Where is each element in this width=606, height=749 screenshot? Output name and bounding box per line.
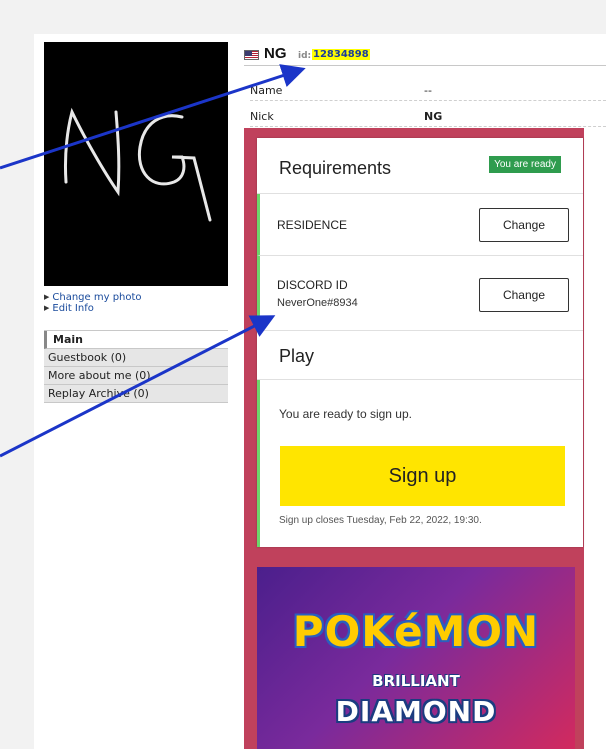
- info-key: Name: [250, 84, 283, 97]
- play-title: Play: [279, 346, 315, 366]
- discord-id-value: NeverOne#8934: [277, 297, 358, 309]
- nav-item-replay-archive[interactable]: Replay Archive (0): [44, 385, 228, 403]
- requirements-header: Requirements You are ready: [257, 138, 583, 194]
- info-row-name: Name --: [250, 80, 606, 101]
- change-photo-label: Change my photo: [52, 292, 142, 303]
- info-value: NG: [424, 110, 443, 123]
- edit-info-label: Edit Info: [52, 303, 94, 314]
- nav-item-guestbook[interactable]: Guestbook (0): [44, 349, 228, 367]
- nav-item-more-about-me[interactable]: More about me (0): [44, 367, 228, 385]
- change-residence-button[interactable]: Change: [479, 208, 569, 242]
- edit-info-link[interactable]: ▶ Edit Info: [44, 303, 142, 314]
- play-section: You are ready to sign up. Sign up Sign u…: [257, 380, 583, 547]
- requirement-label: RESIDENCE: [277, 218, 348, 232]
- requirement-discord-id: DISCORD ID NeverOne#8934 Change: [257, 256, 583, 331]
- ready-badge: You are ready: [489, 156, 561, 173]
- profile-nick: NG: [264, 45, 287, 62]
- profile-header: NG id: 12834898: [244, 44, 606, 66]
- profile-nav: Main Guestbook (0) More about me (0) Rep…: [44, 330, 228, 403]
- game-logo-line-3: DIAMOND: [335, 695, 497, 728]
- triangle-right-icon: ▶: [44, 293, 50, 301]
- play-header: Play: [257, 331, 583, 380]
- ready-message: You are ready to sign up.: [279, 407, 412, 421]
- info-key: Nick: [250, 110, 274, 123]
- profile-photo: [44, 42, 228, 286]
- nav-item-main[interactable]: Main: [44, 331, 228, 349]
- requirement-residence: RESIDENCE Change: [257, 194, 583, 256]
- profile-links: ▶ Change my photo ▶ Edit Info: [44, 292, 142, 314]
- game-logo-line-1: POKéMON: [292, 607, 540, 656]
- requirements-card: Requirements You are ready RESIDENCE Cha…: [257, 138, 583, 547]
- requirement-label: DISCORD ID: [277, 278, 348, 292]
- change-discord-id-button[interactable]: Change: [479, 278, 569, 312]
- info-row-nick: Nick NG: [250, 106, 606, 127]
- signup-deadline: Sign up closes Tuesday, Feb 22, 2022, 19…: [279, 515, 482, 526]
- change-photo-link[interactable]: ▶ Change my photo: [44, 292, 142, 303]
- requirements-title: Requirements: [279, 158, 392, 178]
- game-cover-art: POKéMON BRILLIANT DIAMOND: [257, 567, 575, 749]
- player-id: 12834898: [312, 49, 370, 60]
- handwritten-ng-image: [63, 107, 212, 222]
- us-flag-icon: [244, 50, 259, 60]
- id-label: id:: [298, 51, 312, 61]
- info-value: --: [424, 84, 432, 97]
- sign-up-button[interactable]: Sign up: [280, 446, 565, 506]
- game-logo-line-2: BRILLIANT: [372, 672, 460, 690]
- triangle-right-icon: ▶: [44, 304, 50, 312]
